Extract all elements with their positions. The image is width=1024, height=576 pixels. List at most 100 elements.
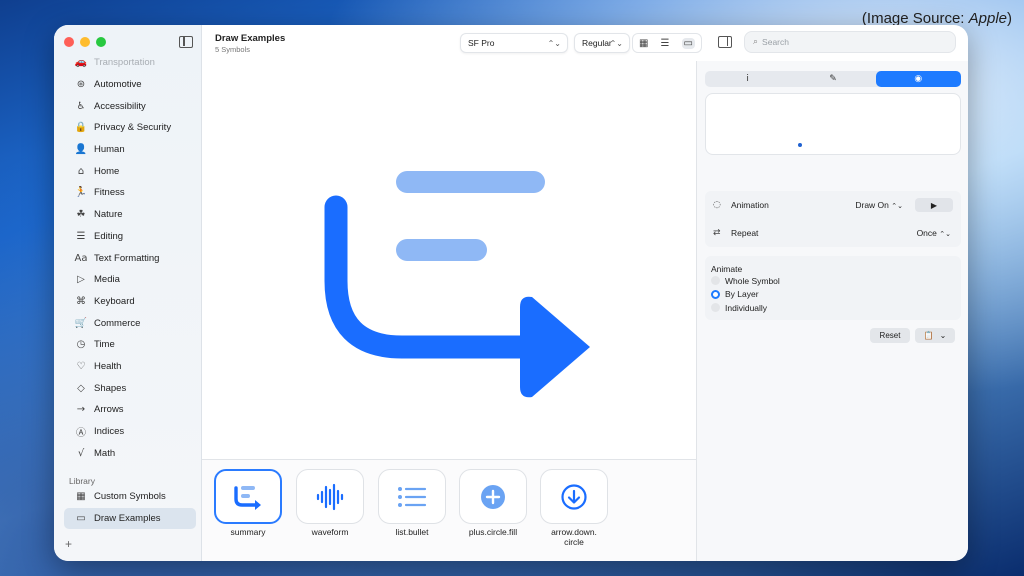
sidebar-item-label: Home — [94, 165, 120, 177]
animation-type-select[interactable]: Draw On ⌃⌄ — [855, 200, 903, 210]
summary-icon — [234, 485, 261, 510]
tile-label: waveform — [311, 527, 349, 537]
list-view-icon[interactable]: ☰ — [661, 38, 670, 49]
grid-icon: ▦ — [76, 491, 86, 503]
folder-icon: ▭ — [76, 513, 86, 525]
sidebar-toggle-icon[interactable] — [179, 36, 193, 48]
sidebar-item-accessibility[interactable]: ♿ Accessibility — [64, 95, 196, 117]
sidebar-item-label: Shapes — [94, 382, 127, 394]
play-button[interactable]: ▶ — [915, 198, 953, 212]
search-placeholder: Search — [762, 37, 789, 47]
window-controls — [64, 37, 106, 47]
font-select-value: SF Pro — [468, 38, 495, 48]
minimize-window-button[interactable] — [80, 37, 90, 47]
repeat-select[interactable]: Once ⌃⌄ — [917, 228, 951, 238]
sidebar-item-label: Math — [94, 447, 116, 459]
square-root-icon: √ — [77, 447, 85, 459]
sidebar-item-home[interactable]: ⌂ Home — [64, 160, 196, 182]
radio-label: Whole Symbol — [725, 275, 780, 286]
radio-by-layer[interactable]: By Layer — [705, 288, 961, 302]
sidebar-item-label: Nature — [94, 209, 123, 221]
zoom-window-button[interactable] — [96, 37, 106, 47]
sidebar-item-keyboard[interactable]: ⌘ Keyboard — [64, 291, 196, 313]
sidebar-item-indices[interactable]: Ⓐ Indices — [64, 421, 196, 443]
sidebar-item-fitness[interactable]: 🏃 Fitness — [64, 182, 196, 204]
sidebar-item-label: Editing — [94, 230, 124, 242]
reset-button[interactable]: Reset — [870, 328, 910, 343]
gallery-tile-list-bullet[interactable]: list.bullet — [378, 469, 446, 537]
tile-frame — [540, 469, 608, 524]
sliders-icon: ☰ — [76, 230, 86, 242]
sidebar-item-time[interactable]: ◷ Time — [64, 334, 196, 356]
sidebar-item-privacy-security[interactable]: 🔒 Privacy & Security — [64, 117, 196, 139]
tab-info[interactable]: i — [705, 71, 790, 87]
radio-individually[interactable]: Individually — [705, 301, 961, 315]
inspector-panel: i ✎ ◉ #frame-src{display:none} — [696, 61, 968, 561]
sidebar-item-commerce[interactable]: 🛒 Commerce — [64, 312, 196, 334]
inspector-toggle-icon[interactable] — [718, 36, 732, 48]
clipboard-icon: 📋 — [923, 331, 934, 340]
gallery-view-icon[interactable]: ▭ — [681, 37, 695, 49]
plus-circle-fill-icon — [481, 484, 505, 509]
tile-frame — [296, 469, 364, 524]
sidebar-item-draw-examples[interactable]: ▭ Draw Examples — [64, 507, 196, 530]
chevron-updown-icon: ⌃⌄ — [547, 38, 561, 48]
sidebar-item-label: Automotive — [94, 79, 142, 91]
summary-bar-top — [396, 171, 545, 193]
sidebar-item-math[interactable]: √ Math — [64, 442, 196, 464]
sidebar-item-editing[interactable]: ☰ Editing — [64, 226, 196, 248]
shapes-icon: ◇ — [77, 382, 85, 394]
radio-indicator — [711, 289, 720, 299]
tab-animation[interactable]: ◉ — [875, 71, 961, 87]
person-icon: 👤 — [74, 144, 88, 156]
sidebar-item-media[interactable]: ▷ Media — [64, 269, 196, 291]
sidebar-item-label: Accessibility — [94, 100, 146, 112]
sidebar-item-label: Privacy & Security — [94, 122, 172, 134]
leaf-icon: ☘ — [76, 209, 86, 221]
tile-frame — [214, 469, 282, 524]
tile-label: plus.circle.fill — [468, 527, 518, 537]
gallery-tile-waveform[interactable]: waveform — [296, 469, 364, 537]
sidebar-item-label: Media — [94, 274, 120, 286]
sidebar-item-label: Transportation — [94, 57, 155, 69]
sidebar-item-nature[interactable]: ☘ Nature — [64, 204, 196, 226]
tile-frame — [459, 469, 527, 524]
radio-whole-symbol[interactable]: Whole Symbol — [705, 274, 961, 288]
tile-label: arrow.down. circle — [551, 527, 597, 547]
app-window: 🚗 Transportation ⊛ Automotive ♿ Accessibility… — [54, 25, 968, 561]
sidebar-item-human[interactable]: 👤 Human — [64, 139, 196, 161]
search-input[interactable]: ⌕ Search — [744, 31, 956, 53]
tab-appearance[interactable]: ✎ — [790, 71, 875, 87]
sidebar-item-shapes[interactable]: ◇ Shapes — [64, 377, 196, 399]
house-icon: ⌂ — [77, 165, 85, 177]
repeat-icon: ⇄ — [713, 228, 721, 238]
font-select[interactable]: SF Pro ⌃⌄ — [460, 33, 568, 53]
sidebar-item-transportation[interactable]: 🚗 Transportation — [64, 52, 196, 74]
gallery-tile-summary[interactable]: summary — [214, 469, 282, 537]
sidebar-item-arrows[interactable]: → Arrows — [64, 399, 196, 421]
gallery-tile-arrow-down-circle[interactable]: arrow.down. circle — [540, 469, 608, 547]
repeat-label: Repeat — [731, 228, 759, 238]
running-figure-icon: 🏃 — [74, 187, 88, 199]
heart-icon: ♡ — [76, 360, 86, 372]
sidebar-item-label: Draw Examples — [94, 513, 161, 525]
sidebar-item-health[interactable]: ♡ Health — [64, 356, 196, 378]
steering-wheel-icon: ⊛ — [76, 79, 86, 91]
view-mode-control[interactable]: ▦ ☰ ▭ — [632, 33, 702, 53]
animation-preview — [705, 93, 961, 155]
inspector-tabs: i ✎ ◉ — [705, 71, 961, 87]
grid-view-icon[interactable]: ▦ — [639, 38, 648, 49]
waveform-icon — [316, 483, 344, 510]
sidebar-item-custom-symbols[interactable]: ▦ Custom Symbols — [64, 486, 196, 508]
copy-code-menu-button[interactable]: 📋 ⌄ — [915, 328, 955, 343]
gallery-tile-plus-circle-fill[interactable]: plus.circle.fill — [459, 469, 527, 537]
weight-select[interactable]: Regular ⌃⌄ — [574, 33, 630, 53]
chevron-updown-icon: ⌃⌄ — [609, 38, 623, 48]
sidebar-item-automotive[interactable]: ⊛ Automotive — [64, 74, 196, 96]
summary-bar-middle — [396, 239, 487, 261]
sidebar-item-text-formatting[interactable]: Aa Text Formatting — [64, 247, 196, 269]
cart-icon: 🛒 — [74, 317, 88, 329]
radio-label: By Layer — [725, 289, 759, 300]
close-window-button[interactable] — [64, 37, 74, 47]
add-collection-button[interactable]: + — [65, 537, 72, 551]
